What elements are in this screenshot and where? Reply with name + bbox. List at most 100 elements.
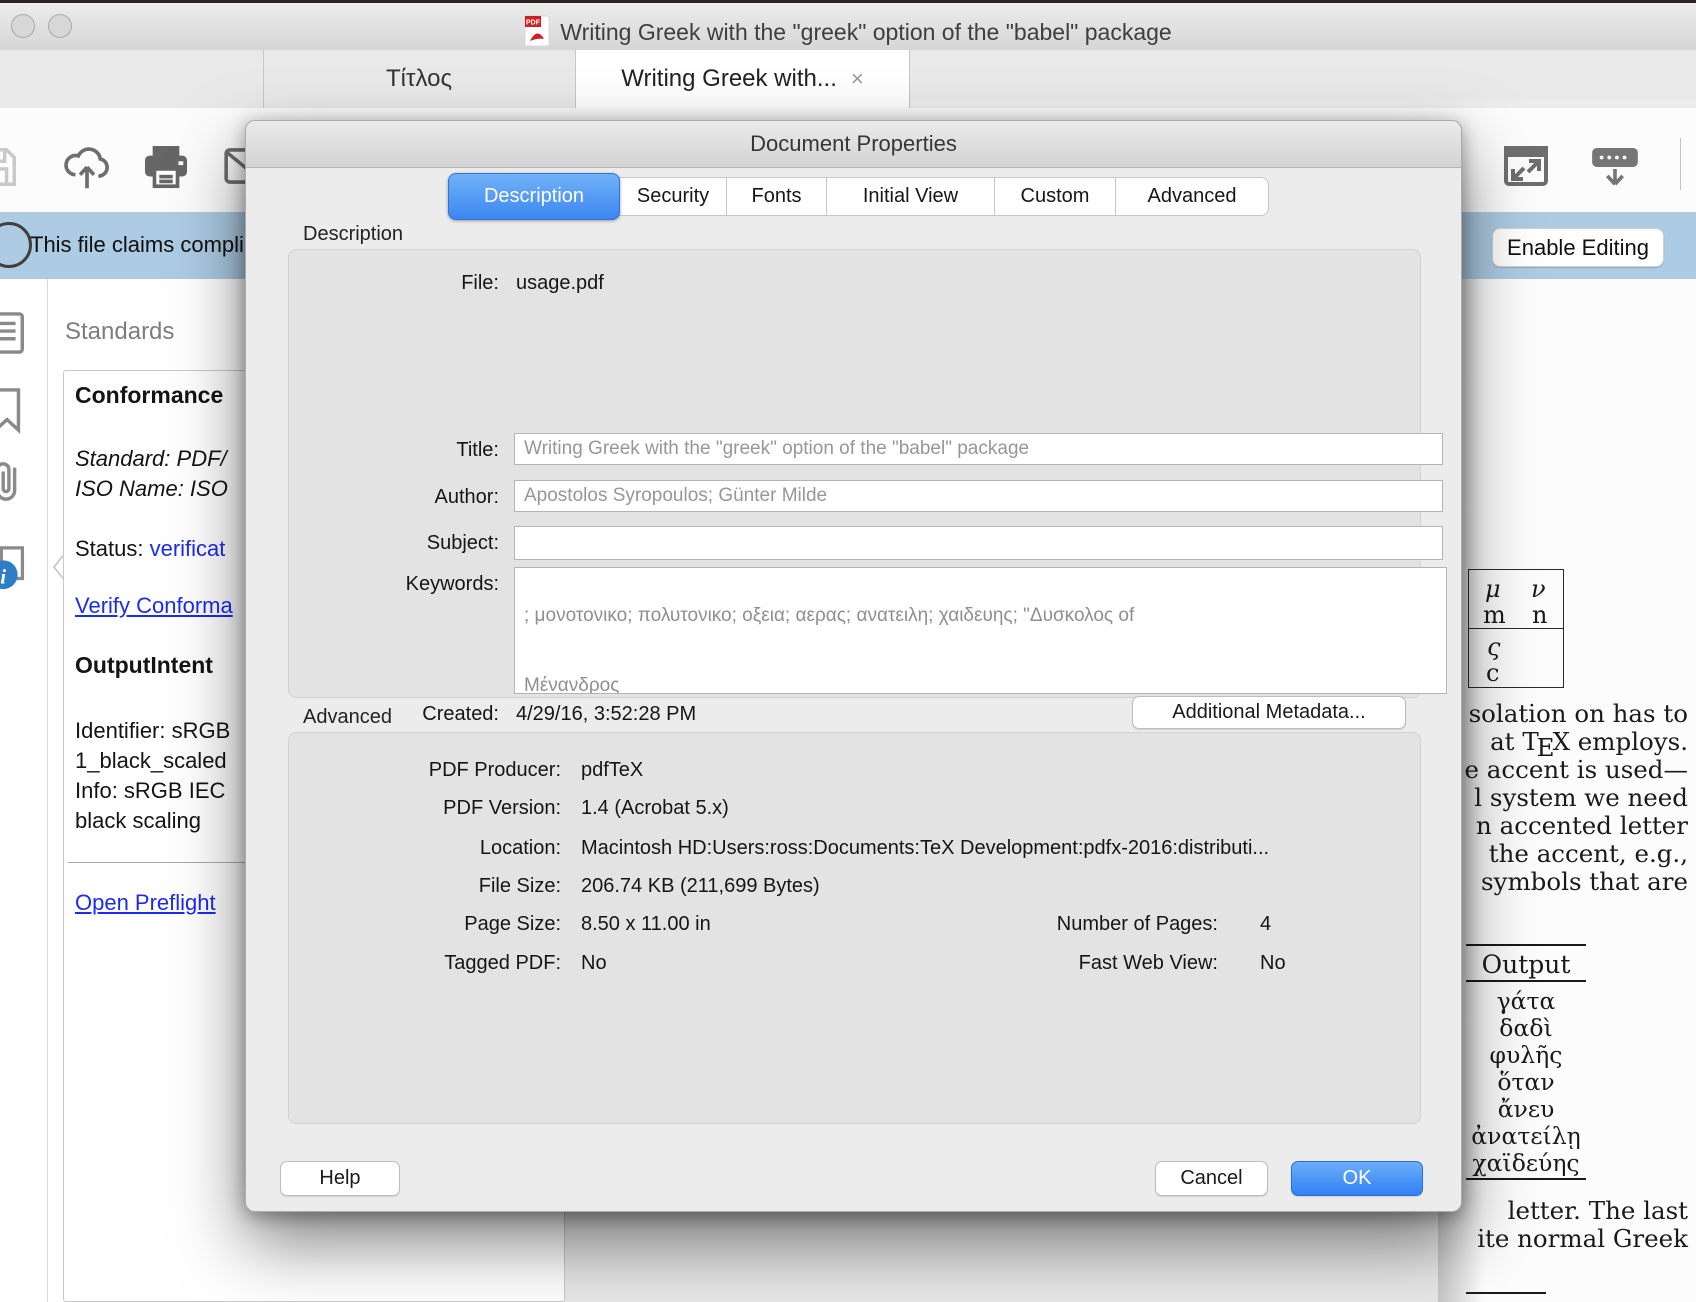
dialog-title: Document Properties: [246, 121, 1461, 168]
doc-tab-label: Writing Greek with...: [621, 65, 837, 92]
tagged-pdf-value: No: [581, 952, 607, 975]
window-title: PDF Writing Greek with the "greek" optio…: [0, 15, 1696, 47]
advanced-section-label: Advanced: [303, 706, 392, 729]
output-table-rule: [1466, 1178, 1586, 1180]
standards-header: Standards: [65, 318, 174, 346]
document-properties-dialog: Document Properties Description Security…: [245, 120, 1462, 1212]
table-cell: n: [1532, 601, 1547, 629]
pdf-producer-label: PDF Producer:: [289, 759, 561, 782]
status-value[interactable]: verificat: [150, 536, 226, 561]
tab-fonts[interactable]: Fonts: [726, 178, 826, 215]
panel-divider: [47, 279, 48, 1302]
help-button[interactable]: Help: [280, 1161, 400, 1196]
number-of-pages-value: 4: [1260, 913, 1271, 936]
window-titlebar: PDF Writing Greek with the "greek" optio…: [0, 3, 1696, 51]
author-label: Author:: [289, 486, 499, 509]
fast-web-view-label: Fast Web View:: [946, 952, 1218, 975]
print-icon[interactable]: [141, 144, 191, 192]
open-preflight-link[interactable]: Open Preflight: [75, 890, 216, 916]
subject-input[interactable]: This document describes the use of the L…: [514, 526, 1443, 560]
fast-web-view-value: No: [1260, 952, 1286, 975]
standards-panel-icon[interactable]: i: [0, 544, 32, 592]
output-row: ὅταν: [1466, 1069, 1586, 1096]
pdf-version-label: PDF Version:: [289, 797, 561, 820]
table-cell: c: [1486, 659, 1499, 687]
output-row: δαδὶ: [1466, 1015, 1586, 1042]
keywords-label: Keywords:: [289, 573, 499, 596]
output-table-header: Output: [1466, 950, 1586, 979]
keywords-line: ; μονοτονικο; πολυτονικο; οξεια; αερας; …: [524, 603, 1446, 629]
description-section-box: File: usage.pdf Title: Writing Greek wit…: [288, 249, 1421, 698]
table-cell: ς: [1487, 633, 1500, 661]
tab-security[interactable]: Security: [619, 178, 726, 215]
output-row: ἀνατείλῃ: [1466, 1123, 1586, 1150]
location-label: Location:: [289, 837, 561, 860]
identifier-line-2: 1_black_scaled: [75, 748, 227, 774]
toolbar-separator: [1680, 138, 1681, 190]
additional-metadata-button[interactable]: Additional Metadata...: [1132, 696, 1406, 729]
file-label: File:: [289, 272, 499, 295]
advanced-section-box: PDF Producer: pdfTeX PDF Version: 1.4 (A…: [288, 732, 1421, 1124]
pdf-version-value: 1.4 (Acrobat 5.x): [581, 797, 729, 820]
output-row: ἄνευ: [1466, 1096, 1586, 1123]
output-row: χαϊδεύης: [1466, 1150, 1586, 1177]
svg-text:PDF: PDF: [526, 20, 541, 27]
upload-cloud-icon[interactable]: [62, 142, 112, 194]
paperclip-icon[interactable]: [0, 458, 28, 504]
toolbar-collapse-icon[interactable]: [1590, 146, 1640, 190]
doc-tab-titlos[interactable]: Τίτλος: [263, 50, 575, 108]
title-label: Title:: [289, 439, 499, 462]
tab-advanced[interactable]: Advanced: [1115, 178, 1268, 215]
bookmark-icon[interactable]: [0, 386, 28, 434]
output-row: φυλῆς: [1466, 1042, 1586, 1069]
tab-custom[interactable]: Custom: [994, 178, 1115, 215]
page-size-label: Page Size:: [289, 913, 561, 936]
description-section-label: Description: [303, 223, 403, 246]
svg-text:i: i: [0, 564, 6, 588]
file-value: usage.pdf: [516, 272, 604, 295]
file-size-value: 206.74 KB (211,699 Bytes): [581, 875, 820, 898]
page-size-value: 8.50 x 11.00 in: [581, 913, 711, 936]
author-input[interactable]: Apostolos Syropoulos; Günter Milde: [514, 480, 1443, 512]
page-thumbnails-icon[interactable]: [0, 310, 28, 356]
tab-description[interactable]: Description: [448, 173, 620, 220]
output-table-rule: [1466, 944, 1586, 946]
subject-label: Subject:: [289, 532, 499, 555]
pdf-producer-value: pdfTeX: [581, 759, 643, 782]
fullscreen-icon[interactable]: [1502, 142, 1550, 190]
keywords-input[interactable]: ; μονοτονικο; πολυτονικο; οξεια; αερας; …: [514, 567, 1447, 694]
number-of-pages-label: Number of Pages:: [946, 913, 1218, 936]
tagged-pdf-label: Tagged PDF:: [289, 952, 561, 975]
enable-editing-button[interactable]: Enable Editing: [1492, 228, 1664, 267]
standard-line: Standard: PDF/: [75, 446, 227, 472]
identifier-line-3: Info: sRGB IEC: [75, 778, 225, 804]
dialog-tab-group: Description Security Fonts Initial View …: [448, 177, 1269, 216]
identifier-line-4: black scaling: [75, 808, 201, 834]
location-value: Macintosh HD:Users:ross:Documents:TeX De…: [581, 837, 1269, 860]
save-icon[interactable]: [0, 144, 20, 190]
output-table-rule: [1466, 980, 1586, 982]
notification-message: This file claims compli: [30, 232, 244, 258]
conformance-heading: Conformance: [75, 382, 223, 409]
output-table-rows: γάτα δαδὶ φυλῆς ὅταν ἄνευ ἀνατείλῃ χαϊδε…: [1466, 988, 1586, 1177]
doc-tab-writing-greek[interactable]: Writing Greek with... ×: [575, 50, 910, 108]
tex-e: E: [1537, 734, 1555, 762]
title-input[interactable]: Writing Greek with the "greek" option of…: [514, 433, 1443, 465]
cancel-button[interactable]: Cancel: [1155, 1161, 1268, 1196]
file-size-label: File Size:: [289, 875, 561, 898]
identifier-line-1: Identifier: sRGB: [75, 718, 230, 744]
pdf-file-icon: PDF: [524, 15, 550, 47]
app-tab-bar: Home Tools Τίτλος Writing Greek with...×: [0, 50, 1696, 109]
status-line: Status: verificat: [75, 536, 225, 562]
table-cell: μ: [1485, 575, 1501, 603]
verify-conformance-link[interactable]: Verify Conforma: [75, 593, 233, 619]
tex-post: X employs.: [1553, 727, 1688, 756]
info-circle-icon: [0, 222, 32, 268]
tab-close-icon[interactable]: ×: [851, 66, 864, 91]
status-label: Status:: [75, 536, 150, 561]
ok-button[interactable]: OK: [1291, 1161, 1423, 1196]
iso-name-line: ISO Name: ISO: [75, 476, 228, 502]
tab-initial-view[interactable]: Initial View: [826, 178, 994, 215]
created-value: 4/29/16, 3:52:28 PM: [516, 703, 696, 726]
table-cell: ν: [1531, 575, 1546, 603]
